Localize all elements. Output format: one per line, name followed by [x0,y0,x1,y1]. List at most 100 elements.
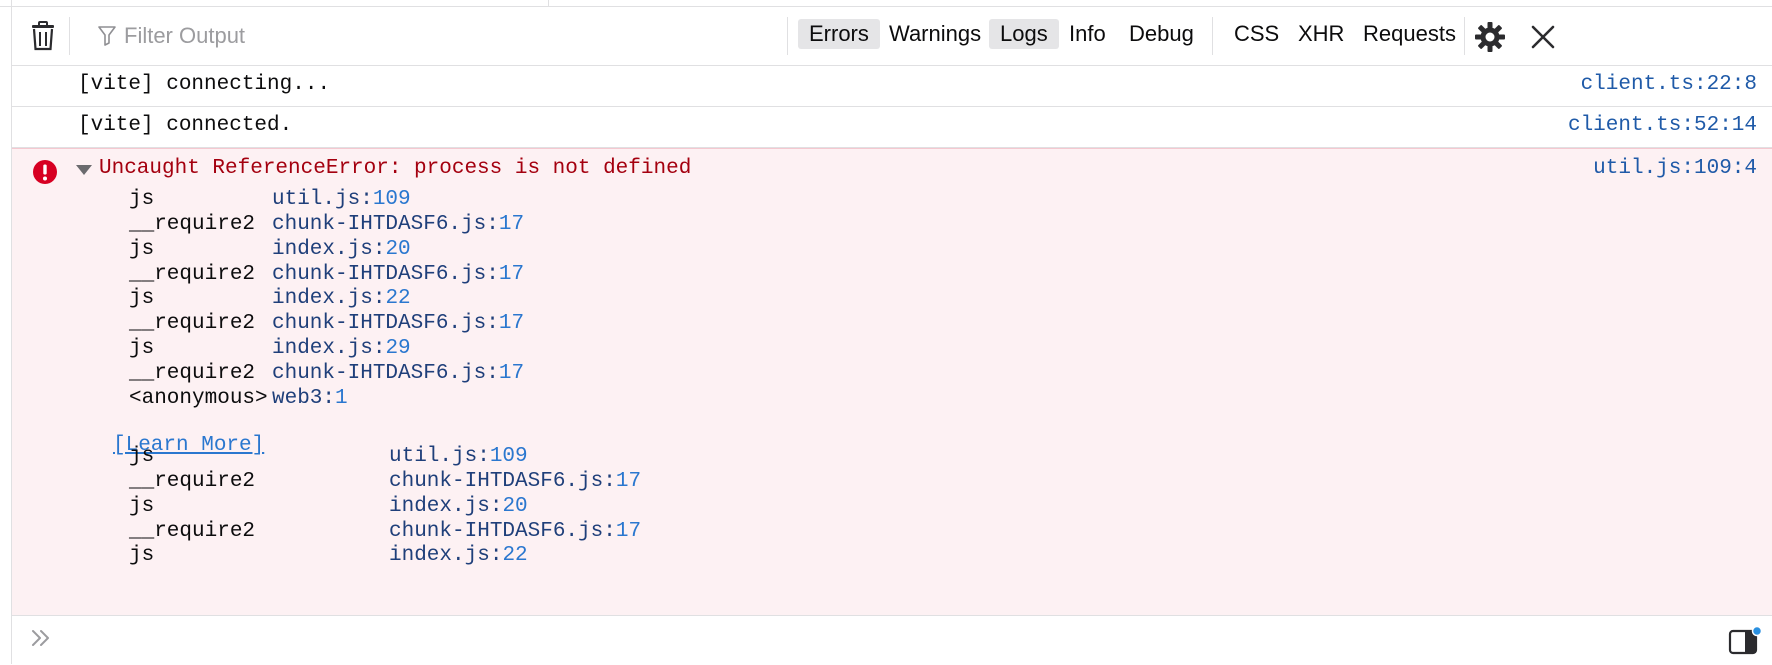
filter-debug-button[interactable]: Debug [1118,19,1205,49]
log-message: [vite] connecting... client.ts:22:8 [12,66,1772,107]
frame-function: <anonymous> [129,387,268,410]
stack-frame: js [129,493,154,521]
frame-function: js [129,495,155,518]
frame-file: util.js [389,445,478,468]
toolbar-separator [69,17,70,55]
filter-css-button[interactable]: CSS [1223,19,1290,49]
frame-line: 1 [335,387,348,410]
frame-line: 109 [372,188,411,211]
sidebar-toggle-icon[interactable] [1728,626,1762,656]
prompt-chevron-icon [32,630,49,646]
frame-line: 17 [498,213,525,236]
error-message: Uncaught ReferenceError: process is not … [12,148,1772,616]
filter-icon [98,26,116,46]
frame-line: 29 [385,337,411,360]
error-message-text: Uncaught ReferenceError: process is not … [99,157,692,180]
frame-function: __require2 [129,520,256,543]
frame-function: js [129,544,155,567]
error-location-link[interactable]: util.js:109:4 [1593,157,1757,180]
stack-frame: __require2 [129,211,255,239]
stack-frame-location[interactable]: chunk-IHTDASF6.js:17 [272,360,524,388]
toolbar-separator [1464,17,1465,55]
toolbar-separator [787,17,788,55]
frame-function: __require2 [129,263,256,286]
stack-frame-location[interactable]: util.js:109 [272,186,411,214]
frame-file: chunk-IHTDASF6.js [389,470,604,493]
frame-function: __require2 [129,362,256,385]
message-location-link[interactable]: client.ts:22:8 [1581,73,1757,96]
frame-file: util.js [272,188,361,211]
frame-file: chunk-IHTDASF6.js [272,263,487,286]
stack-frame-location[interactable]: index.js:29 [272,335,411,363]
stack-frame-location[interactable]: index.js:22 [389,542,528,570]
console-settings-button[interactable] [1472,19,1508,55]
log-message-text: [vite] connected. [78,114,293,137]
filter-info-button[interactable]: Info [1058,19,1117,49]
frame-line: 22 [502,544,528,567]
close-console-button[interactable] [1526,20,1560,54]
frame-file: chunk-IHTDASF6.js [389,520,604,543]
frame-function: js [129,445,155,468]
message-location-link[interactable]: client.ts:52:14 [1568,114,1757,137]
log-message: [vite] connected. client.ts:52:14 [12,107,1772,148]
frame-file: chunk-IHTDASF6.js [272,362,487,385]
frame-function: js [129,188,155,211]
expand-toggle-icon[interactable] [76,165,92,175]
frame-file: index.js [389,495,490,518]
trash-icon [32,21,54,51]
log-message-text: [vite] connecting... [78,73,331,96]
stack-frame: __require2 [129,468,255,496]
panel-top-edge [0,0,1772,7]
frame-file: index.js [389,544,490,567]
frame-file: chunk-IHTDASF6.js [272,213,487,236]
error-icon [33,160,57,184]
close-icon [1531,25,1555,49]
stack-frame-location[interactable]: chunk-IHTDASF6.js:17 [272,310,524,338]
stack-frame: js [129,542,154,570]
frame-line: 20 [385,238,411,261]
stack-frame: js [129,236,154,264]
filter-output-input[interactable] [122,22,426,50]
filter-field [98,19,426,53]
stack-frame: __require2 [129,360,255,388]
frame-file: web3 [272,387,323,410]
frame-file: index.js [272,238,373,261]
frame-line: 22 [385,287,411,310]
frame-line: 17 [498,263,525,286]
frame-function: js [129,287,155,310]
frame-function: __require2 [129,213,256,236]
top-divider [548,0,549,6]
stack-frame-location[interactable]: index.js:20 [272,236,411,264]
stack-frame: __require2 [129,310,255,338]
frame-file: index.js [272,337,373,360]
stack-frame-location[interactable]: util.js:109 [389,443,528,471]
stack-frame-location[interactable]: chunk-IHTDASF6.js:17 [272,211,524,239]
gear-icon [1475,22,1505,52]
frame-function: __require2 [129,470,256,493]
clear-console-button[interactable] [28,19,58,53]
frame-line: 109 [489,445,528,468]
frame-file: index.js [272,287,373,310]
console-input-row[interactable] [12,615,1772,665]
frame-function: js [129,337,155,360]
filter-xhr-button[interactable]: XHR [1287,19,1355,49]
frame-file: chunk-IHTDASF6.js [272,312,487,335]
frame-line: 17 [498,362,525,385]
toolbar-separator [1212,17,1213,55]
filter-errors-button[interactable]: Errors [798,19,880,49]
stack-frame: js [129,186,154,214]
stack-frame-location[interactable]: index.js:22 [272,285,411,313]
filter-requests-button[interactable]: Requests [1352,19,1467,49]
stack-frame-location[interactable]: index.js:20 [389,493,528,521]
console-toolbar: Errors Warnings Logs Info Debug CSS XHR … [12,7,1772,66]
stack-frame: js [129,335,154,363]
filter-warnings-button[interactable]: Warnings [878,19,992,49]
stack-frame-location[interactable]: web3:1 [272,385,348,413]
filter-logs-button[interactable]: Logs [989,19,1059,49]
frame-function: __require2 [129,312,256,335]
frame-line: 20 [502,495,528,518]
stack-frame: <anonymous> [129,385,268,413]
frame-line: 17 [615,520,642,543]
stack-frame-location[interactable]: chunk-IHTDASF6.js:17 [389,468,641,496]
frame-function: js [129,238,155,261]
